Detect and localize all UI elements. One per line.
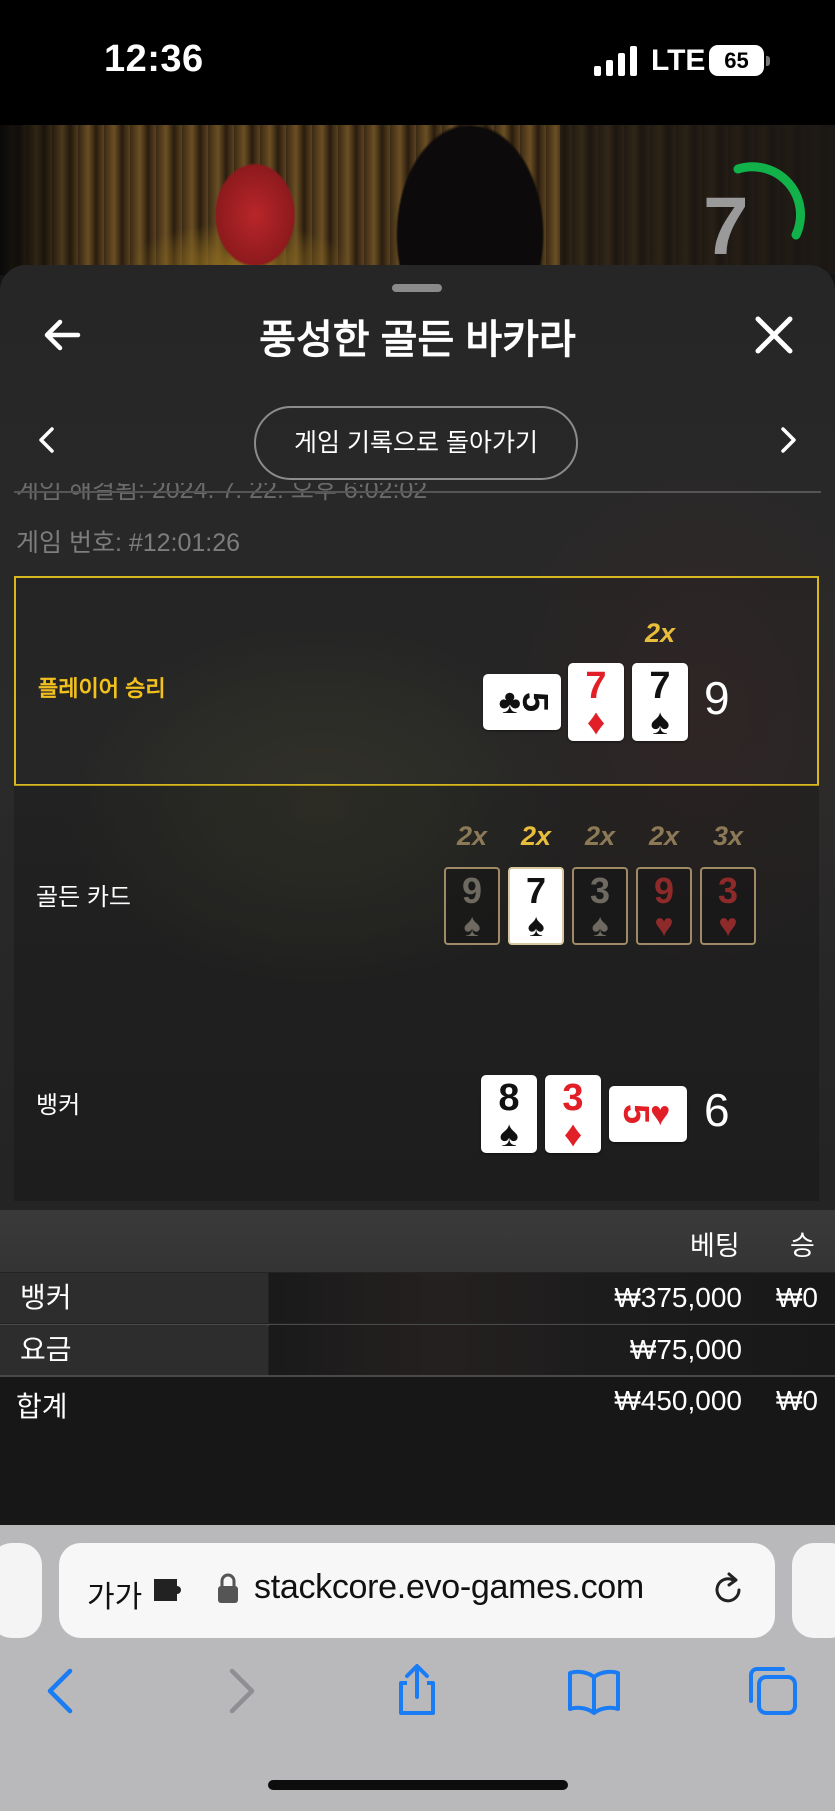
golden-cards-label: 골든 카드 bbox=[36, 884, 131, 911]
golden-card-2: 7 ♠ bbox=[508, 867, 564, 945]
win-column-header: 승 bbox=[790, 1231, 815, 1261]
player-card-3: 7 ♠ bbox=[632, 663, 688, 741]
bet-name: 요금 bbox=[0, 1325, 268, 1375]
win-amount: ₩0 bbox=[776, 1282, 818, 1313]
share-icon[interactable] bbox=[389, 1663, 445, 1719]
bet-name: 뱅커 bbox=[0, 1273, 268, 1323]
cellular-signal-icon bbox=[594, 46, 637, 76]
screen: 12:36 LTE 65 7 풍성한 골든 바카라 게임 기록으로 돌아가기 게… bbox=[0, 0, 835, 1811]
network-type: LTE bbox=[651, 44, 706, 77]
golden-card-5: 3 ♥ bbox=[700, 867, 756, 945]
player-card-2: 7 ♦ bbox=[568, 663, 624, 741]
total-label: 합계 bbox=[16, 1391, 68, 1422]
banker-score: 6 bbox=[704, 1084, 730, 1136]
golden-card-3-multiplier: 2x bbox=[584, 821, 616, 851]
battery-level: 65 bbox=[724, 48, 749, 73]
game-number: 게임 번호: #12:01:26 bbox=[16, 529, 241, 557]
bet-column-header: 베팅 bbox=[690, 1231, 740, 1261]
back-to-history-button[interactable]: 게임 기록으로 돌아가기 bbox=[254, 406, 578, 480]
total-bet-amount: ₩450,000 bbox=[614, 1385, 742, 1416]
status-time: 12:36 bbox=[104, 38, 204, 80]
bet-amount: ₩375,000 bbox=[614, 1282, 742, 1313]
status-bar: 12:36 LTE 65 bbox=[0, 0, 835, 125]
bet-amount: ₩75,000 bbox=[629, 1334, 742, 1365]
golden-cards-row: 골든 카드 2x 9 ♠ 2x 7 ♠ 2x 3 ♠ 2x 9 ♥ 3x 3 ♥ bbox=[14, 785, 819, 993]
banker-card-1: 8 ♠ bbox=[481, 1075, 537, 1153]
sheet-grabber[interactable] bbox=[392, 284, 442, 292]
url-text: stackcore.evo-games.com bbox=[254, 1568, 644, 1606]
lock-icon bbox=[218, 1573, 238, 1603]
player-win-label: 플레이어 승리 bbox=[38, 676, 166, 701]
previous-tab-preview[interactable] bbox=[0, 1543, 42, 1638]
banker-label: 뱅커 bbox=[36, 1092, 81, 1119]
tabs-icon[interactable] bbox=[745, 1663, 801, 1719]
battery-icon: 65 bbox=[709, 45, 770, 76]
golden-card-1-multiplier: 2x bbox=[456, 821, 488, 851]
golden-card-1: 9 ♠ bbox=[444, 867, 500, 945]
close-icon[interactable] bbox=[752, 313, 796, 357]
banker-result-row: 뱅커 8 ♠ 3 ♦ 5 ♥ 6 bbox=[14, 993, 819, 1201]
next-tab-preview[interactable] bbox=[792, 1543, 835, 1638]
total-row: 합계 ₩450,000 ₩0 bbox=[0, 1377, 835, 1525]
page-settings-button[interactable]: 가가 bbox=[87, 1572, 142, 1616]
chevron-right-icon[interactable] bbox=[777, 425, 801, 455]
bet-row: 뱅커 ₩375,000 ₩0 bbox=[0, 1273, 835, 1325]
live-video: 7 bbox=[0, 125, 835, 275]
divider bbox=[14, 491, 821, 493]
total-win-amount: ₩0 bbox=[776, 1385, 818, 1416]
bookmarks-icon[interactable] bbox=[566, 1663, 622, 1719]
golden-card-3: 3 ♠ bbox=[572, 867, 628, 945]
player-result-row: 플레이어 승리 ♣ 5 7 ♦ 2x 7 ♠ 9 bbox=[14, 576, 819, 786]
player-card-3-multiplier: 2x bbox=[644, 618, 676, 648]
golden-card-4: 9 ♥ bbox=[636, 867, 692, 945]
golden-card-4-multiplier: 2x bbox=[648, 821, 680, 851]
home-indicator bbox=[268, 1780, 568, 1790]
bet-row: 요금 ₩75,000 bbox=[0, 1325, 835, 1377]
bet-table-header: 베팅 승 bbox=[0, 1210, 835, 1272]
extension-icon[interactable] bbox=[151, 1573, 189, 1607]
chevron-left-icon[interactable] bbox=[34, 425, 58, 455]
banker-card-2: 3 ♦ bbox=[545, 1075, 601, 1153]
countdown-timer: 7 bbox=[703, 181, 749, 272]
browser-forward-icon[interactable] bbox=[212, 1663, 268, 1719]
browser-back-icon[interactable] bbox=[34, 1663, 90, 1719]
page-title: 풍성한 골든 바카라 bbox=[259, 318, 576, 362]
player-card-1: ♣ 5 bbox=[483, 674, 561, 730]
reload-icon[interactable] bbox=[709, 1571, 747, 1609]
player-score: 9 bbox=[704, 672, 730, 724]
browser-toolbar: 가가 stackcore.evo-games.com bbox=[0, 1525, 835, 1811]
address-bar[interactable]: 가가 stackcore.evo-games.com bbox=[59, 1543, 775, 1638]
banker-card-3: 5 ♥ bbox=[609, 1086, 687, 1142]
golden-card-5-multiplier: 3x bbox=[712, 821, 744, 851]
golden-card-2-multiplier: 2x bbox=[520, 821, 552, 851]
